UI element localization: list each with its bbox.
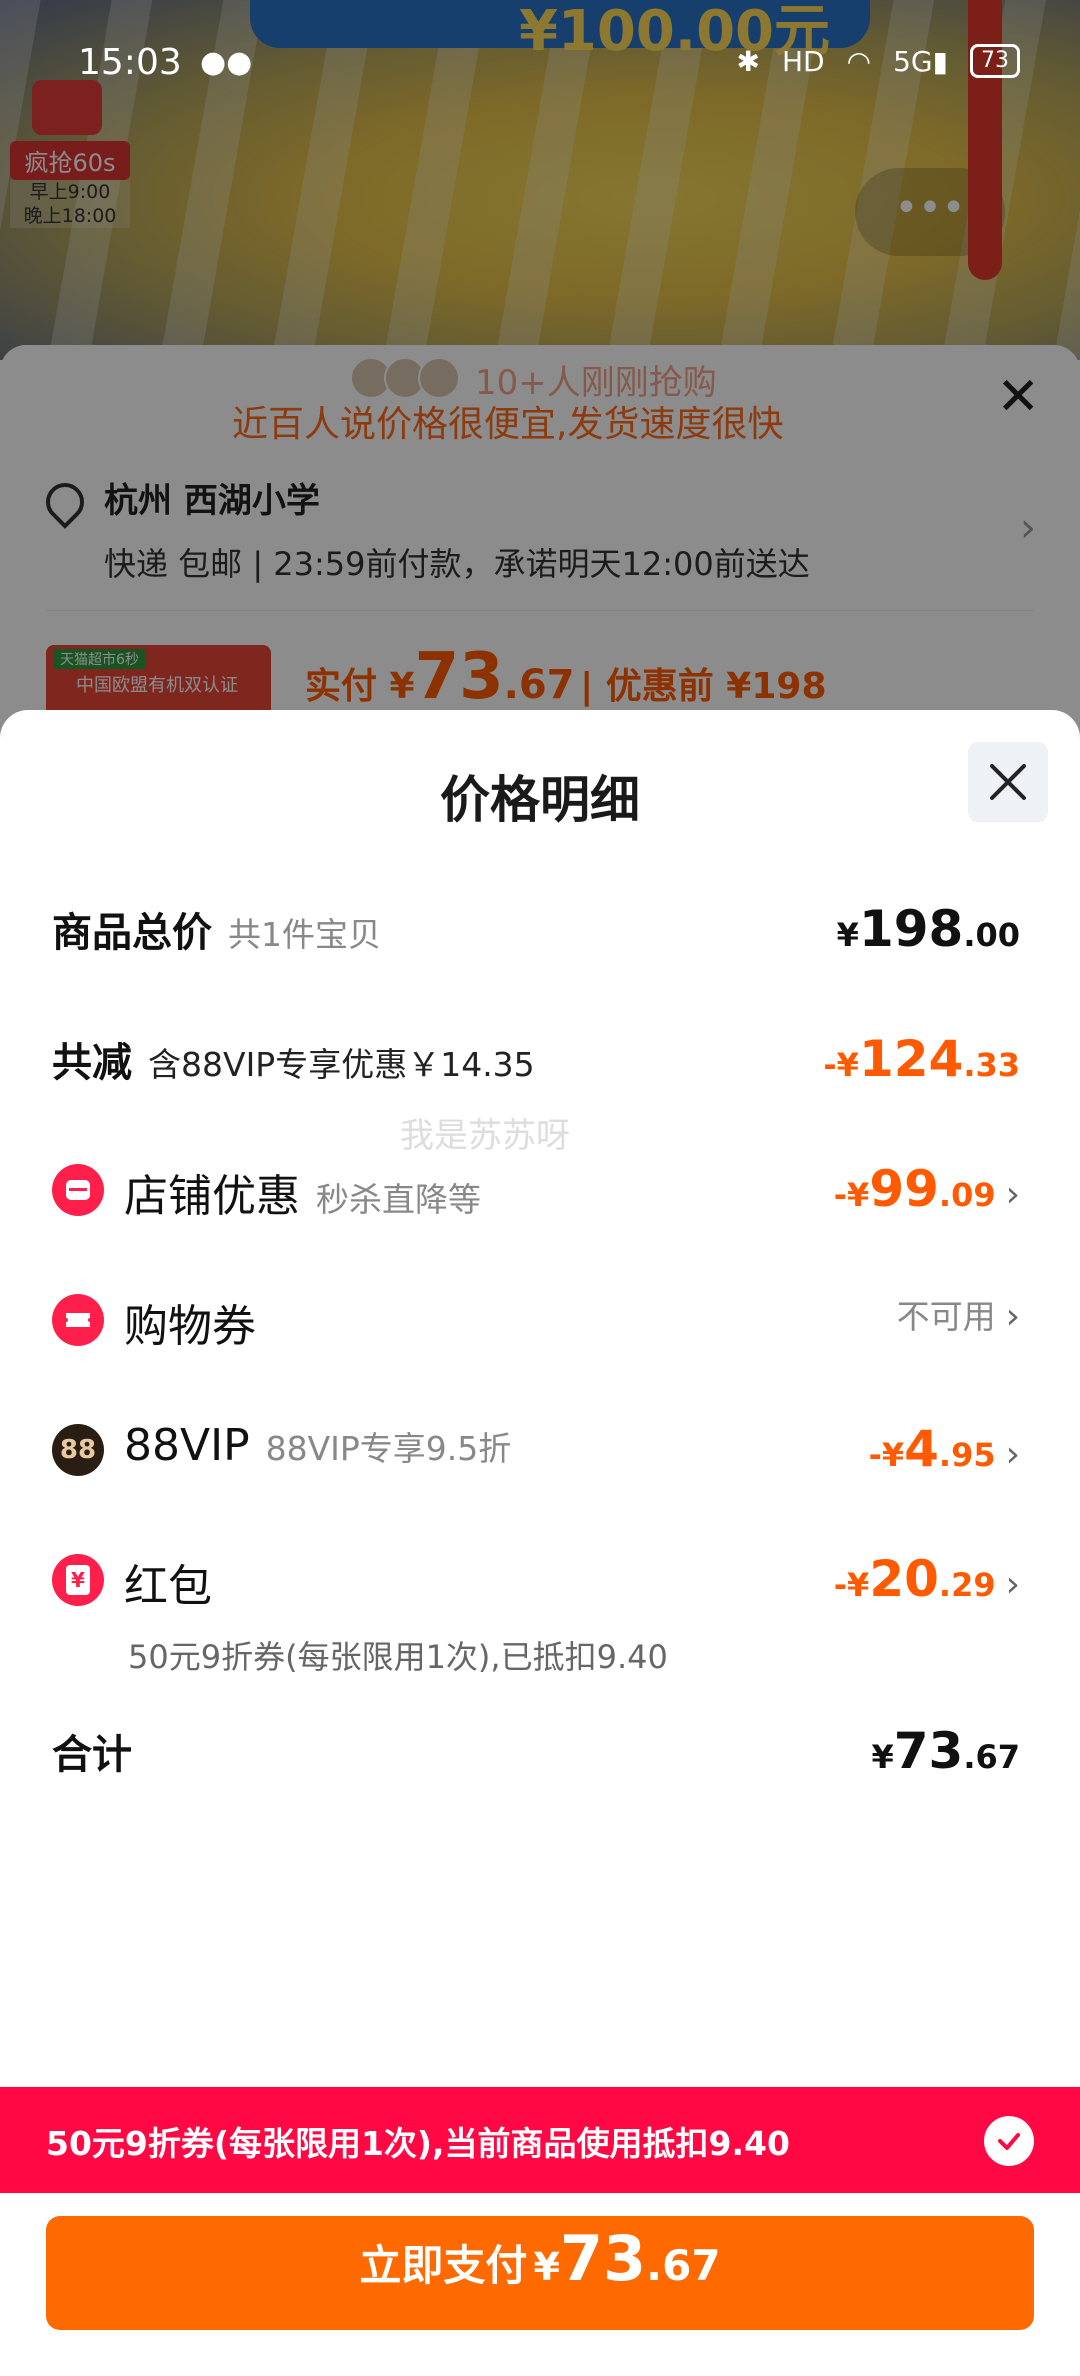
- modal-title: 价格明细: [440, 771, 640, 829]
- vip-sub: 88VIP专享9.5折: [265, 1429, 512, 1468]
- reduction-note: 含88VIP专享优惠￥14.35: [148, 1045, 535, 1084]
- chevron-right-icon: ›: [1005, 1434, 1020, 1475]
- total-price-label: 商品总价: [52, 910, 212, 956]
- wifi-icon: ◠: [846, 44, 872, 78]
- bluetooth-icon: ✱: [736, 44, 760, 78]
- red-packet-label: 红包: [124, 1561, 212, 1612]
- battery-icon: 73: [970, 44, 1020, 78]
- row-red-packet[interactable]: ¥ 红包 -¥20.29 ›: [52, 1550, 1020, 1612]
- sum-label: 合计: [52, 1732, 132, 1778]
- vip-label: 88VIP: [124, 1420, 250, 1471]
- voucher-icon: [52, 1294, 104, 1346]
- reduction-amount: -¥ 124.33: [823, 1030, 1020, 1088]
- red-packet-amount: -¥20.29 ›: [833, 1550, 1020, 1608]
- close-button[interactable]: [968, 742, 1048, 822]
- signal-icon: 5G▮: [893, 44, 948, 78]
- watermark: 我是苏苏呀: [400, 1116, 570, 1156]
- check-icon[interactable]: [984, 2116, 1034, 2166]
- shop-discount-amount: -¥99.09 ›: [833, 1160, 1020, 1218]
- shop-discount-icon: [52, 1164, 104, 1216]
- pay-now-button[interactable]: 立即支付 ¥73.67: [46, 2216, 1034, 2330]
- close-icon: [990, 764, 1026, 800]
- row-shop-discount[interactable]: 店铺优惠 秒杀直降等 -¥99.09 ›: [52, 1160, 1020, 1222]
- wechat-icon: ●●: [200, 45, 253, 80]
- vip-icon: 88: [52, 1424, 104, 1476]
- row-88vip[interactable]: 88 88VIP 88VIP专享9.5折 -¥4.95 ›: [52, 1420, 1020, 1480]
- coupon-text: 50元9折券(每张限用1次),当前商品使用抵扣9.40: [46, 2124, 790, 2163]
- row-voucher[interactable]: 购物券 不可用 ›: [52, 1290, 1020, 1352]
- row-total-reduction: 共减 含88VIP专享优惠￥14.35 -¥ 124.33: [52, 1030, 1020, 1090]
- coupon-bar[interactable]: 50元9折券(每张限用1次),当前商品使用抵扣9.40: [0, 2087, 1080, 2193]
- reduction-label: 共减: [52, 1040, 132, 1086]
- vip-amount: -¥4.95 ›: [868, 1420, 1020, 1478]
- chevron-right-icon: ›: [1005, 1174, 1020, 1215]
- status-time: 15:03: [78, 42, 182, 83]
- status-bar: 15:03 ●● ✱ HD ◠ 5G▮ 73: [0, 0, 1080, 120]
- total-count: 共1件宝贝: [228, 915, 381, 954]
- status-icons: ✱ HD ◠ 5G▮ 73: [737, 44, 1020, 78]
- red-packet-desc: 50元9折券(每张限用1次),已抵扣9.40: [128, 1638, 668, 1676]
- hd-icon: HD: [782, 44, 825, 78]
- shop-discount-label: 店铺优惠: [124, 1171, 300, 1222]
- voucher-label: 购物券: [124, 1301, 256, 1352]
- row-total-price: 商品总价 共1件宝贝 ¥198.00: [52, 900, 1020, 960]
- row-sum: 合计 ¥73.67: [52, 1722, 1020, 1782]
- total-price-amount: ¥198.00: [836, 900, 1020, 958]
- shop-discount-sub: 秒杀直降等: [316, 1180, 481, 1219]
- chevron-right-icon: ›: [1005, 1564, 1020, 1605]
- red-packet-icon: ¥: [52, 1554, 104, 1606]
- chevron-right-icon: ›: [1005, 1296, 1020, 1337]
- sum-amount: ¥73.67: [871, 1722, 1020, 1780]
- voucher-status: 不可用 ›: [896, 1296, 1020, 1337]
